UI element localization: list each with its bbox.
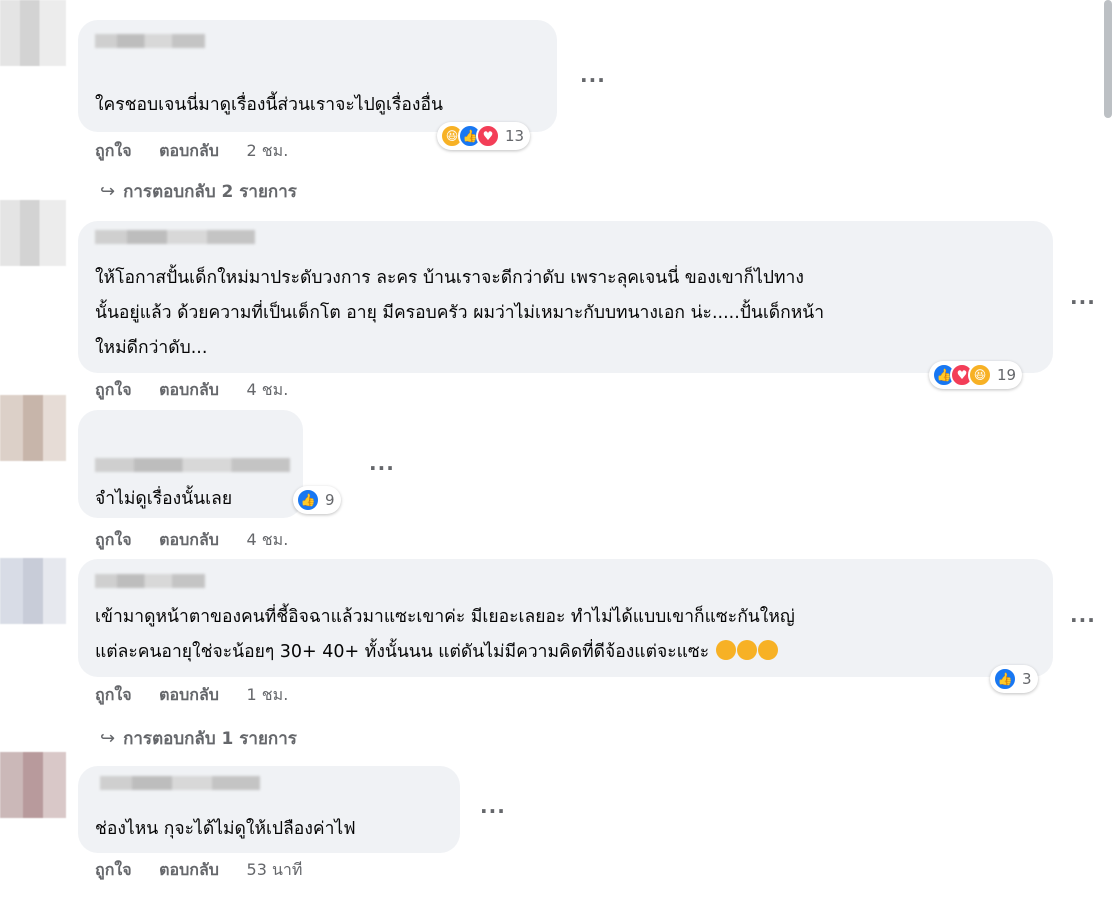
avatar[interactable]: [0, 0, 66, 66]
commenter-name[interactable]: [95, 458, 290, 472]
comment-text-line: ใหม่ดีกว่าดับ...: [95, 338, 208, 358]
more-options-icon[interactable]: ···: [369, 458, 395, 478]
reply-link[interactable]: ตอบกลับ: [159, 860, 219, 879]
reply-link[interactable]: ตอบกลับ: [159, 141, 219, 160]
comment-actions: ถูกใจ ตอบกลับ 53 นาที: [95, 858, 324, 883]
commenter-name[interactable]: [95, 574, 205, 588]
reply-link[interactable]: ตอบกลับ: [159, 380, 219, 399]
reaction-count: 13: [505, 127, 525, 145]
like-reaction-icon: 👍: [296, 488, 320, 512]
reaction-summary[interactable]: 👍 3: [990, 665, 1038, 693]
comment-text-line: เข้ามาดูหน้าตาของคนที่ชี้อิจฉาแล้วมาแซะเ…: [95, 607, 795, 627]
reaction-summary[interactable]: 👍 9: [293, 486, 341, 514]
comment-text-line-content: แต่ละคนอายุใช่จะน้อยๆ 30+ 40+ ทั้งนั้นนน…: [95, 642, 710, 662]
laughing-emoji-icon: [715, 640, 736, 660]
comment-text: ใครชอบเจนนี่มาดูเรื่องนี้ส่วนเราจะไปดูเร…: [95, 95, 443, 115]
timestamp[interactable]: 1 ชม.: [247, 685, 289, 704]
reaction-count: 9: [325, 491, 335, 509]
reply-arrow-icon: ↪: [100, 728, 116, 749]
like-reaction-icon: 👍: [993, 667, 1017, 691]
comment-text-line: นั้นอยู่แล้ว ด้วยความที่เป็นเด็กโต อายุ …: [95, 303, 825, 323]
commenter-name[interactable]: [95, 34, 205, 48]
comment-actions: ถูกใจ ตอบกลับ 2 ชม.: [95, 139, 310, 164]
comment-actions: ถูกใจ ตอบกลับ 4 ชม.: [95, 528, 310, 553]
page-scrollbar[interactable]: [1104, 0, 1112, 118]
more-options-icon[interactable]: ···: [1070, 610, 1096, 630]
reaction-count: 19: [997, 366, 1017, 384]
reaction-count: 3: [1022, 670, 1032, 688]
more-options-icon[interactable]: ···: [1070, 292, 1096, 312]
reply-link[interactable]: ตอบกลับ: [159, 530, 219, 549]
commenter-name[interactable]: [100, 776, 260, 790]
comment-text-line: ให้โอกาสปั้นเด็กใหม่มาประดับวงการ ละคร บ…: [95, 268, 804, 288]
reply-arrow-icon: ↪: [100, 181, 116, 202]
avatar[interactable]: [0, 395, 66, 461]
haha-reaction-icon: 😆: [968, 363, 992, 387]
view-replies-link[interactable]: ↪ การตอบกลับ 1 รายการ: [100, 725, 297, 752]
view-replies-link[interactable]: ↪ การตอบกลับ 2 รายการ: [100, 178, 297, 205]
commenter-name[interactable]: [95, 230, 255, 244]
more-options-icon[interactable]: ···: [580, 70, 606, 90]
love-reaction-icon: ♥: [476, 124, 500, 148]
comment-actions: ถูกใจ ตอบกลับ 4 ชม.: [95, 378, 310, 403]
comment-text: ช่องไหน กุจะได้ไม่ดูให้เปลืองค่าไฟ: [95, 819, 356, 839]
laughing-emoji-icon: [736, 640, 757, 660]
comment-text-line: แต่ละคนอายุใช่จะน้อยๆ 30+ 40+ ทั้งนั้นนน…: [95, 636, 778, 669]
like-link[interactable]: ถูกใจ: [95, 530, 132, 549]
laughing-emoji-icon: [757, 640, 778, 660]
timestamp[interactable]: 4 ชม.: [247, 380, 289, 399]
comment-text: จำไม่ดูเรื่องนั้นเลย: [95, 489, 233, 509]
comment-actions: ถูกใจ ตอบกลับ 1 ชม.: [95, 683, 310, 708]
avatar[interactable]: [0, 558, 66, 624]
like-link[interactable]: ถูกใจ: [95, 141, 132, 160]
timestamp[interactable]: 53 นาที: [247, 860, 303, 879]
reply-link[interactable]: ตอบกลับ: [159, 685, 219, 704]
like-link[interactable]: ถูกใจ: [95, 380, 132, 399]
reaction-summary[interactable]: 😆 👍 ♥ 13: [437, 122, 531, 150]
replies-label[interactable]: การตอบกลับ 1 รายการ: [123, 729, 297, 749]
like-link[interactable]: ถูกใจ: [95, 860, 132, 879]
avatar[interactable]: [0, 752, 66, 818]
avatar[interactable]: [0, 200, 66, 266]
timestamp[interactable]: 2 ชม.: [247, 141, 289, 160]
like-link[interactable]: ถูกใจ: [95, 685, 132, 704]
reaction-summary[interactable]: 👍 ♥ 😆 19: [929, 361, 1023, 389]
more-options-icon[interactable]: ···: [480, 801, 506, 821]
replies-label[interactable]: การตอบกลับ 2 รายการ: [123, 182, 297, 202]
timestamp[interactable]: 4 ชม.: [247, 530, 289, 549]
